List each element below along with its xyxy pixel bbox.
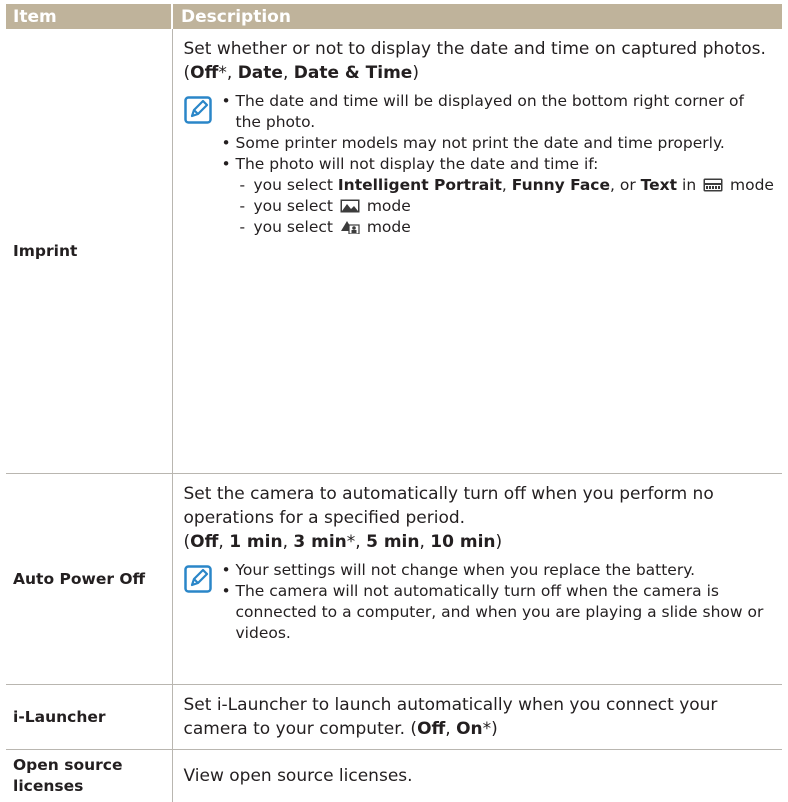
auto-power-off-note-list: Your settings will not change when you r… <box>222 560 775 644</box>
list-subitem: you select mode <box>222 196 775 217</box>
header-description: Description <box>172 4 782 29</box>
settings-table: Item Description Imprint Set whether or … <box>6 4 782 802</box>
table-header-row: Item Description <box>6 4 782 29</box>
description-auto-power-off: Set the camera to automatically turn off… <box>172 474 782 685</box>
imprint-summary: Set whether or not to display the date a… <box>184 37 775 85</box>
header-item: Item <box>6 4 172 29</box>
note-pencil-icon <box>184 96 212 124</box>
list-subitem: you select mode <box>222 217 775 238</box>
auto-power-off-summary: Set the camera to automatically turn off… <box>184 482 775 530</box>
imprint-note: The date and time will be displayed on t… <box>184 91 775 238</box>
item-i-launcher: i-Launcher <box>6 685 172 750</box>
scene-mode-icon <box>703 178 723 192</box>
list-item: Some printer models may not print the da… <box>222 133 775 154</box>
imprint-note-list: The date and time will be displayed on t… <box>222 91 775 238</box>
item-imprint: Imprint <box>6 29 172 474</box>
item-auto-power-off: Auto Power Off <box>6 474 172 685</box>
table-row-imprint: Imprint Set whether or not to display th… <box>6 29 782 474</box>
item-open-source-licenses: Open source licenses <box>6 750 172 802</box>
description-i-launcher: Set i-Launcher to launch automatically w… <box>172 685 782 750</box>
note-pencil-icon <box>184 565 212 593</box>
table-row-open-source-licenses: Open source licenses View open source li… <box>6 750 782 802</box>
list-item: Your settings will not change when you r… <box>222 560 775 581</box>
description-imprint: Set whether or not to display the date a… <box>172 29 782 474</box>
list-item: The camera will not automatically turn o… <box>222 581 775 644</box>
list-item: The date and time will be displayed on t… <box>222 91 775 133</box>
auto-power-off-options: (Off, 1 min, 3 min*, 5 min, 10 min) <box>184 530 775 554</box>
auto-power-off-note: Your settings will not change when you r… <box>184 560 775 644</box>
panorama-mode-icon <box>340 199 360 213</box>
magic-frame-mode-icon <box>340 220 360 234</box>
table-row-auto-power-off: Auto Power Off Set the camera to automat… <box>6 474 782 685</box>
list-subitem: you select Intelligent Portrait, Funny F… <box>222 175 775 196</box>
description-open-source-licenses: View open source licenses. <box>172 750 782 802</box>
list-item: The photo will not display the date and … <box>222 154 775 175</box>
table-row-i-launcher: i-Launcher Set i-Launcher to launch auto… <box>6 685 782 750</box>
